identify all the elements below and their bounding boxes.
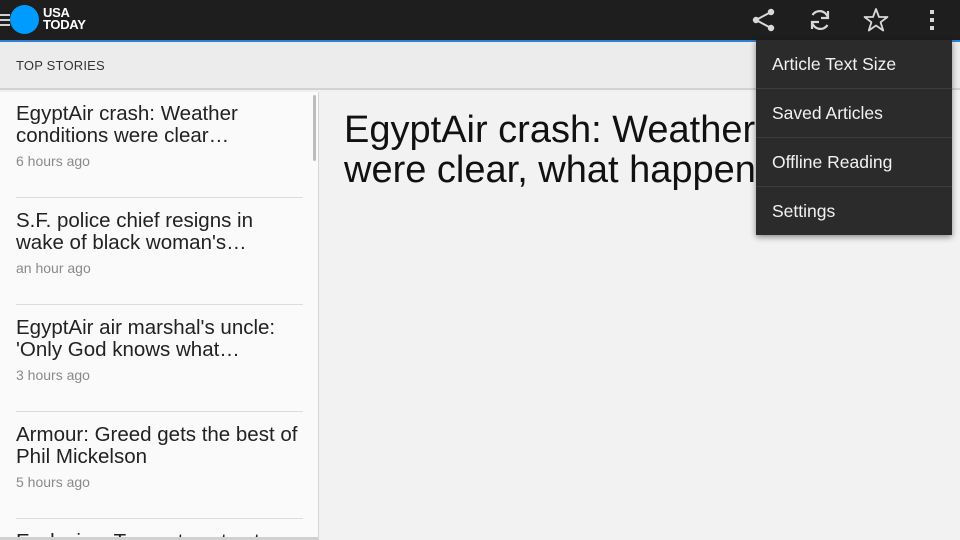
story-title: Armour: Greed gets the best of Phil Mick… <box>16 423 298 468</box>
list-item[interactable]: EgyptAir crash: Weather conditions were … <box>16 102 304 170</box>
app-logo-text: USA TODAY <box>43 6 86 32</box>
menu-item-article-text-size[interactable]: Article Text Size <box>756 40 952 89</box>
scrollbar-thumb[interactable] <box>313 95 316 161</box>
story-time: 5 hours ago <box>16 474 90 490</box>
action-bar: USA TODAY <box>0 0 960 40</box>
story-time: 3 hours ago <box>16 367 90 383</box>
story-list[interactable]: EgyptAir crash: Weather conditions were … <box>0 92 319 540</box>
star-icon[interactable] <box>862 6 890 34</box>
divider <box>16 518 303 519</box>
story-time: 6 hours ago <box>16 153 90 169</box>
story-title: S.F. police chief resigns in wake of bla… <box>16 209 254 254</box>
menu-item-saved-articles[interactable]: Saved Articles <box>756 89 952 138</box>
usa-today-logo[interactable] <box>10 5 39 34</box>
section-title: TOP STORIES <box>16 58 105 73</box>
divider <box>16 197 303 198</box>
story-time: an hour ago <box>16 260 91 276</box>
story-title: EgyptAir crash: Weather conditions were … <box>16 102 238 147</box>
share-icon[interactable] <box>750 6 778 34</box>
divider <box>16 304 303 305</box>
list-item[interactable]: EgyptAir air marshal's uncle: 'Only God … <box>16 316 304 384</box>
menu-item-settings[interactable]: Settings <box>756 187 952 236</box>
menu-item-offline-reading[interactable]: Offline Reading <box>756 138 952 187</box>
logo-line-2: TODAY <box>43 17 86 32</box>
menu-icon[interactable] <box>0 12 10 28</box>
more-vert-icon[interactable] <box>918 6 946 34</box>
list-item[interactable]: Armour: Greed gets the best of Phil Mick… <box>16 423 304 491</box>
overflow-menu: Article Text Size Saved Articles Offline… <box>756 40 952 235</box>
list-item[interactable]: S.F. police chief resigns in wake of bla… <box>16 209 304 277</box>
refresh-icon[interactable] <box>806 6 834 34</box>
story-title: EgyptAir air marshal's uncle: 'Only God … <box>16 316 276 361</box>
divider <box>16 411 303 412</box>
